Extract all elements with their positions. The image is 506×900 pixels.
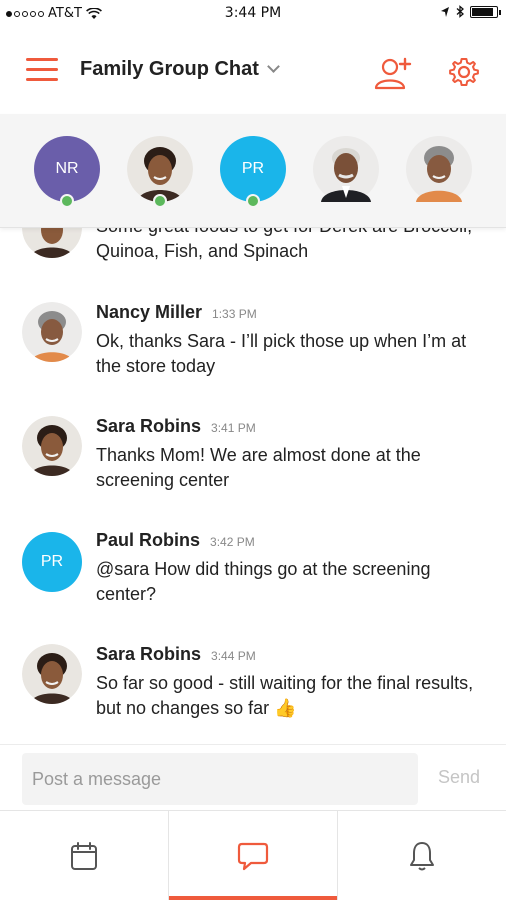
- woman-photo-avatar: [22, 302, 82, 362]
- bottom-tab-bar: [0, 810, 506, 900]
- author-name: Sara Robins: [96, 644, 202, 664]
- location-arrow-icon: [441, 6, 449, 17]
- message-author: Paul Robins 3:42 PM: [96, 530, 255, 551]
- woman-photo-avatar: [406, 136, 472, 202]
- woman-photo-avatar: [22, 644, 82, 704]
- tab-notifications[interactable]: [338, 811, 506, 900]
- message-time: 1:33 PM: [212, 307, 257, 321]
- woman-photo-avatar: [22, 416, 82, 476]
- member-avatar-photo[interactable]: [406, 136, 472, 202]
- message-time: 3:42 PM: [210, 535, 255, 549]
- member-avatar-photo[interactable]: [127, 136, 193, 208]
- chat-bubble-icon: [237, 842, 269, 870]
- woman-photo-avatar: [22, 228, 82, 258]
- bluetooth-icon: [456, 5, 464, 18]
- member-avatar-strip: NR PR: [0, 114, 506, 228]
- status-time: 3:44 PM: [224, 5, 282, 21]
- woman-photo-avatar: [127, 136, 193, 202]
- status-bar: AT&T 3:44 PM: [0, 0, 506, 28]
- message-text: Ok, thanks Sara - I’ll pick those up whe…: [96, 331, 467, 376]
- online-indicator: [60, 194, 74, 208]
- message-time: 3:41 PM: [211, 421, 256, 435]
- hamburger-menu-icon[interactable]: [26, 58, 58, 84]
- message-author: Sara Robins 3:44 PM: [96, 644, 256, 665]
- message-time: 3:44 PM: [211, 649, 256, 663]
- message-author: Nancy Miller 1:33 PM: [96, 302, 257, 323]
- message-text: @sara How did things go at the screening…: [96, 559, 431, 604]
- tab-calendar[interactable]: [0, 811, 169, 900]
- status-right: [440, 5, 501, 18]
- message-text: Thanks Mom! We are almost done at the sc…: [96, 445, 421, 490]
- message-composer: Send: [0, 744, 506, 810]
- avatar-initials: PR: [241, 160, 265, 177]
- message-list[interactable]: Some great foods to get for Derek are Br…: [0, 228, 506, 744]
- online-indicator: [153, 194, 167, 208]
- calendar-icon: [71, 841, 97, 870]
- tab-chat[interactable]: [169, 811, 338, 900]
- author-name: Sara Robins: [96, 416, 202, 436]
- message-author: Sara Robins 3:41 PM: [96, 416, 256, 437]
- author-name: Nancy Miller: [96, 302, 203, 322]
- avatar: PR: [22, 532, 82, 592]
- chevron-down-icon: [267, 60, 280, 73]
- page-title: Family Group Chat: [80, 58, 259, 80]
- gear-icon[interactable]: [448, 56, 480, 88]
- message-text: Some great foods to get for Derek are Br…: [96, 228, 472, 261]
- post-message-input[interactable]: [22, 753, 418, 805]
- author-name: Paul Robins: [96, 530, 201, 550]
- battery-icon: [470, 5, 501, 18]
- man-photo-avatar: [313, 136, 379, 202]
- avatar-initials: PR: [40, 553, 64, 570]
- chat-title-dropdown[interactable]: Family Group Chat: [80, 58, 280, 81]
- add-person-icon[interactable]: [374, 56, 414, 90]
- bell-icon: [410, 841, 434, 870]
- online-indicator: [246, 194, 260, 208]
- send-button[interactable]: Send: [438, 767, 480, 788]
- member-avatar-pr[interactable]: PR: [220, 136, 286, 208]
- chat-header: Family Group Chat: [0, 28, 506, 114]
- avatar-initials: NR: [55, 160, 79, 177]
- member-avatar-photo[interactable]: [313, 136, 379, 202]
- message-text: So far so good - still waiting for the f…: [96, 673, 474, 718]
- member-avatar-nr[interactable]: NR: [34, 136, 100, 208]
